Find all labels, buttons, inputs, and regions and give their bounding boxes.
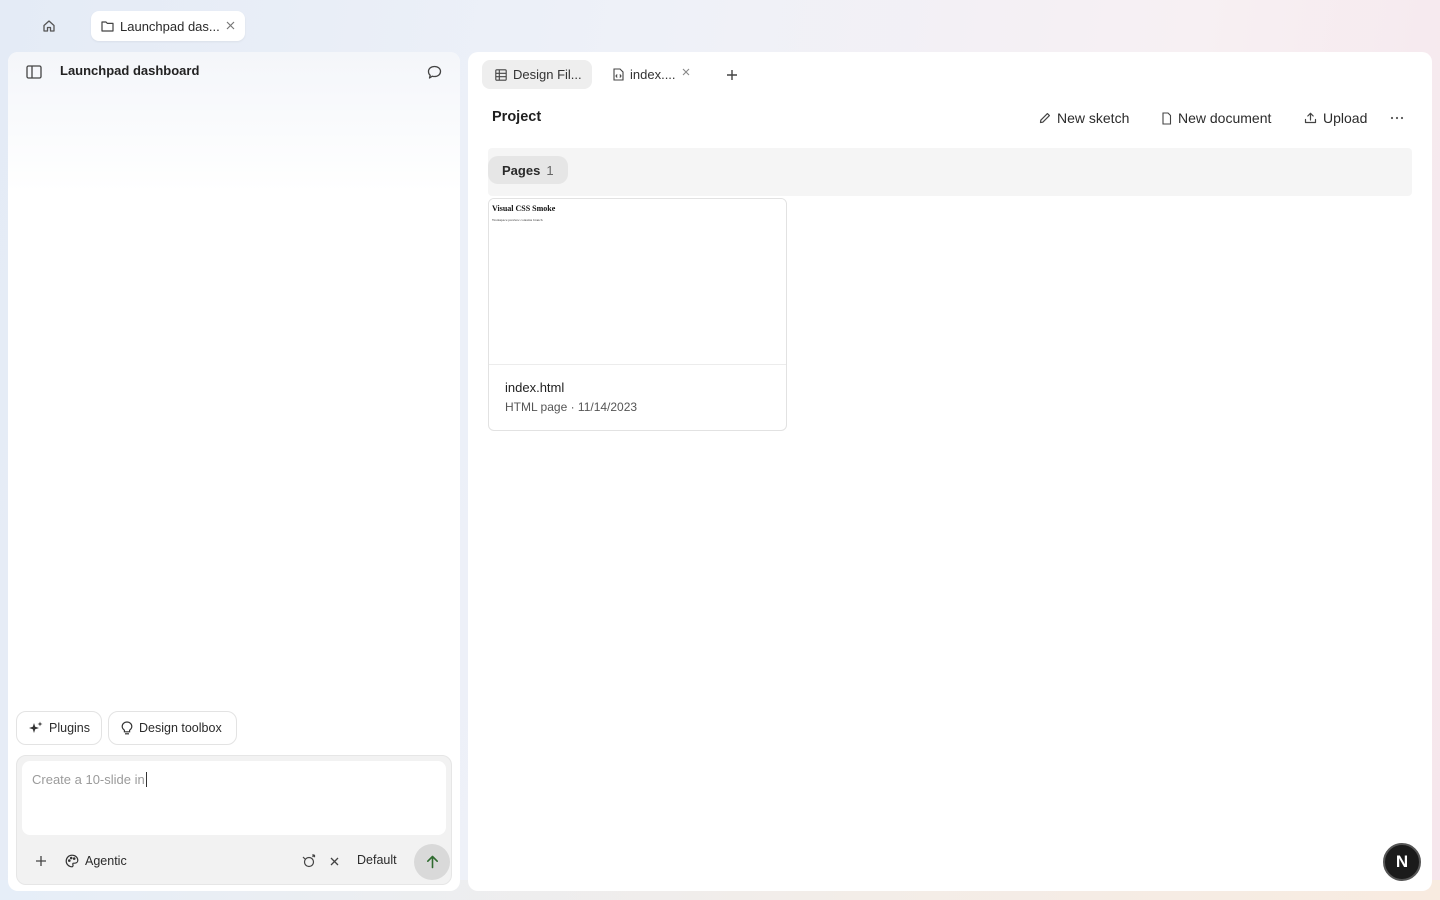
clear-mode-button[interactable]: [326, 851, 342, 871]
agentic-mode-button[interactable]: Agentic: [65, 851, 127, 871]
pages-section-header: Pages 1: [488, 148, 1412, 196]
chat-bubble-icon: [427, 65, 442, 80]
tab-design-files[interactable]: Design Fil...: [482, 60, 592, 89]
plus-icon: [35, 855, 47, 867]
page-card-meta: HTML page · 11/14/2023: [505, 400, 638, 414]
folder-icon: [101, 20, 114, 32]
send-button[interactable]: [414, 844, 450, 880]
comments-button[interactable]: [424, 62, 444, 82]
plugins-button[interactable]: Plugins: [16, 711, 102, 745]
add-tab-button[interactable]: [723, 66, 741, 84]
plugins-label: Plugins: [49, 721, 90, 735]
model-select[interactable]: Default: [357, 853, 397, 867]
palette-icon: [65, 854, 79, 868]
model-options-button[interactable]: [300, 851, 320, 871]
sparkles-icon: [29, 721, 43, 735]
tab-launchpad[interactable]: Launchpad das...: [91, 11, 245, 41]
plus-icon: [726, 69, 738, 81]
design-toolbox-button[interactable]: Design toolbox: [108, 711, 237, 745]
new-sketch-label: New sketch: [1057, 110, 1130, 126]
lightbulb-icon: [121, 721, 133, 735]
design-toolbox-label: Design toolbox: [139, 721, 222, 735]
thumbnail-subtitle: Workspace preview contains branch: [492, 218, 543, 222]
page-title: Project: [492, 109, 542, 125]
upload-button[interactable]: Upload: [1304, 108, 1367, 128]
close-icon[interactable]: [223, 18, 237, 32]
thumbnail-title: Visual CSS Smoke: [492, 204, 556, 213]
grid-icon: [495, 68, 507, 81]
sidebar-icon: [26, 65, 42, 79]
agentic-label: Agentic: [85, 854, 127, 868]
arrow-up-icon: [426, 855, 439, 869]
upload-icon: [1304, 112, 1317, 124]
home-button[interactable]: [34, 12, 64, 40]
new-sketch-button[interactable]: New sketch: [1039, 108, 1129, 128]
upload-label: Upload: [1323, 110, 1368, 126]
tab-index-file[interactable]: index....: [600, 60, 704, 89]
new-document-button[interactable]: New document: [1161, 108, 1271, 128]
chat-panel: Launchpad dashboard Plugins Design toolb…: [8, 52, 460, 891]
home-icon: [42, 19, 56, 33]
avatar[interactable]: N: [1383, 843, 1421, 881]
tab-design-files-label: Design Fil...: [513, 67, 582, 82]
close-icon: [330, 857, 339, 866]
panel-title: Launchpad dashboard: [60, 63, 200, 78]
text-caret: [145, 772, 147, 787]
ellipsis-icon: [1390, 116, 1404, 120]
more-options-button[interactable]: [1386, 110, 1408, 126]
sidebar-toggle-button[interactable]: [24, 62, 44, 82]
top-bar: Launchpad das...: [0, 0, 1440, 52]
tab-index-file-label: index....: [630, 67, 676, 82]
page-thumbnail: Visual CSS Smoke Workspace preview conta…: [489, 199, 786, 365]
add-attachment-button[interactable]: [31, 851, 51, 871]
pages-label: Pages: [502, 162, 541, 178]
composer: Create a 10-slide in Agentic Default: [16, 755, 452, 885]
shapes-icon: [302, 854, 318, 868]
tab-label: Launchpad das...: [120, 18, 220, 34]
close-icon[interactable]: [682, 68, 690, 76]
prompt-input[interactable]: Create a 10-slide in: [22, 761, 446, 835]
pages-count: 1: [546, 162, 554, 178]
pencil-icon: [1039, 112, 1051, 124]
page-card[interactable]: Visual CSS Smoke Workspace preview conta…: [488, 198, 787, 431]
new-document-label: New document: [1178, 110, 1272, 126]
prompt-input-text: Create a 10-slide in: [32, 772, 145, 787]
workspace-panel: Design Fil... index.... Project New sket…: [468, 52, 1432, 891]
pages-filter-chip[interactable]: Pages 1: [488, 156, 568, 184]
document-icon: [1161, 111, 1172, 125]
page-card-name: index.html: [505, 380, 565, 395]
file-code-icon: [613, 68, 624, 81]
